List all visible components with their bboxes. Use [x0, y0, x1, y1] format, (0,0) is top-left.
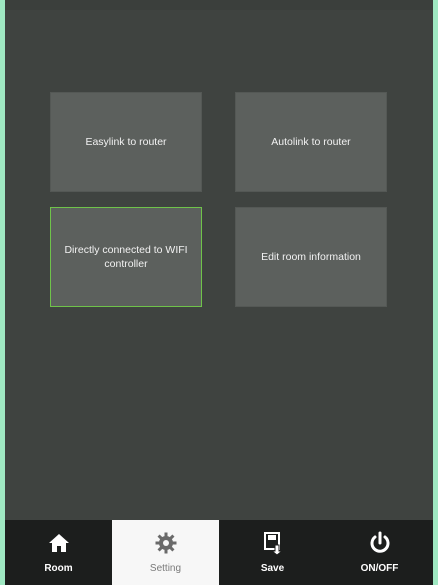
tab-label: Save [260, 563, 285, 574]
tile-label: Edit room information [261, 251, 361, 263]
tab-room[interactable]: Room [5, 520, 112, 585]
direct-connect-wifi-controller-button[interactable]: Directly connected to WIFI controller [50, 207, 202, 307]
tab-label: Room [44, 563, 73, 574]
tile-label: Directly connected to WIFI controller [64, 244, 188, 270]
save-icon [263, 532, 283, 555]
tab-on-off[interactable]: ON/OFF [326, 520, 433, 585]
power-icon [370, 531, 389, 553]
tile-label: Easylink to router [85, 136, 167, 148]
tab-label: ON/OFF [360, 563, 399, 574]
tab-setting[interactable]: Setting [112, 520, 219, 585]
easylink-to-router-button[interactable]: Easylink to router [50, 92, 202, 192]
gear-icon [155, 532, 176, 554]
home-icon [48, 534, 69, 552]
autolink-to-router-button[interactable]: Autolink to router [235, 92, 387, 192]
tab-save[interactable]: Save [219, 520, 326, 585]
tile-label: Autolink to router [271, 136, 351, 148]
status-bar [5, 0, 433, 10]
tab-label: Setting [149, 563, 182, 574]
edit-room-information-button[interactable]: Edit room information [235, 207, 387, 307]
tab-bar: Room Setting Save ON/OFF [5, 520, 433, 585]
